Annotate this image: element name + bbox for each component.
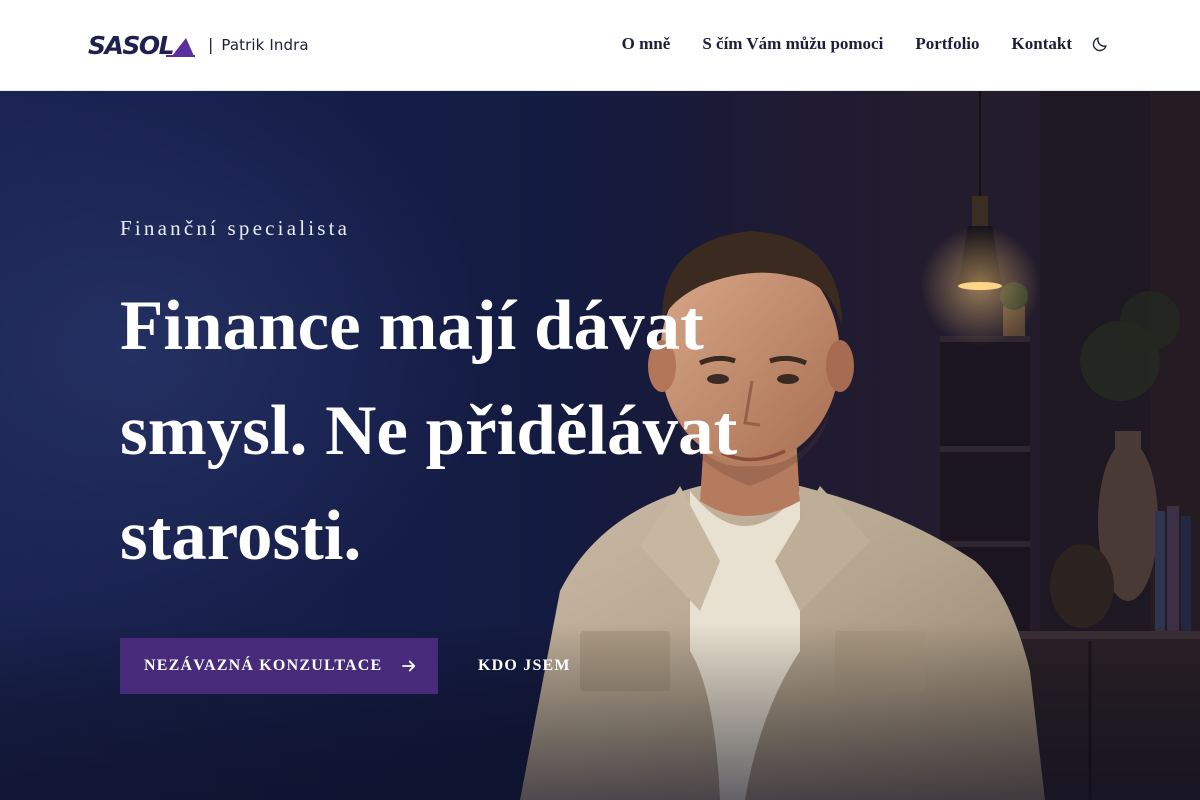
main-nav: O mně S čím Vám můžu pomoci Portfolio Ko… [622, 28, 1110, 60]
brand-logo-text: SASOL [88, 31, 174, 60]
free-consultation-label: NEZÁVAZNÁ KONZULTACE [144, 657, 383, 674]
brand-logo-icon: SASOL [88, 31, 195, 60]
hero-headline: Finance mají dávat smysl. Ne přidělávat … [120, 287, 738, 575]
moon-icon [1092, 37, 1107, 52]
who-am-i-link[interactable]: KDO JSEM [478, 638, 571, 694]
hero-section: Finanční specialista Finance mají dávat … [0, 91, 1200, 800]
brand-home-link[interactable]: SASOL | Patrik Indra [88, 30, 309, 60]
free-consultation-button[interactable]: NEZÁVAZNÁ KONZULTACE [120, 638, 438, 694]
hero-eyebrow: Finanční specialista [120, 216, 351, 240]
arrow-right-icon [402, 660, 416, 672]
nav-item-about[interactable]: O mně [622, 28, 671, 60]
site-header: SASOL | Patrik Indra O mně S čím Vám můž… [0, 0, 1200, 91]
brand-person-name: Patrik Indra [221, 36, 309, 54]
theme-toggle-button[interactable] [1090, 34, 1110, 54]
nav-item-portfolio[interactable]: Portfolio [915, 28, 979, 60]
nav-item-services[interactable]: S čím Vám můžu pomoci [702, 28, 883, 60]
brand-separator: | [208, 35, 214, 54]
nav-item-contact[interactable]: Kontakt [1012, 28, 1072, 60]
